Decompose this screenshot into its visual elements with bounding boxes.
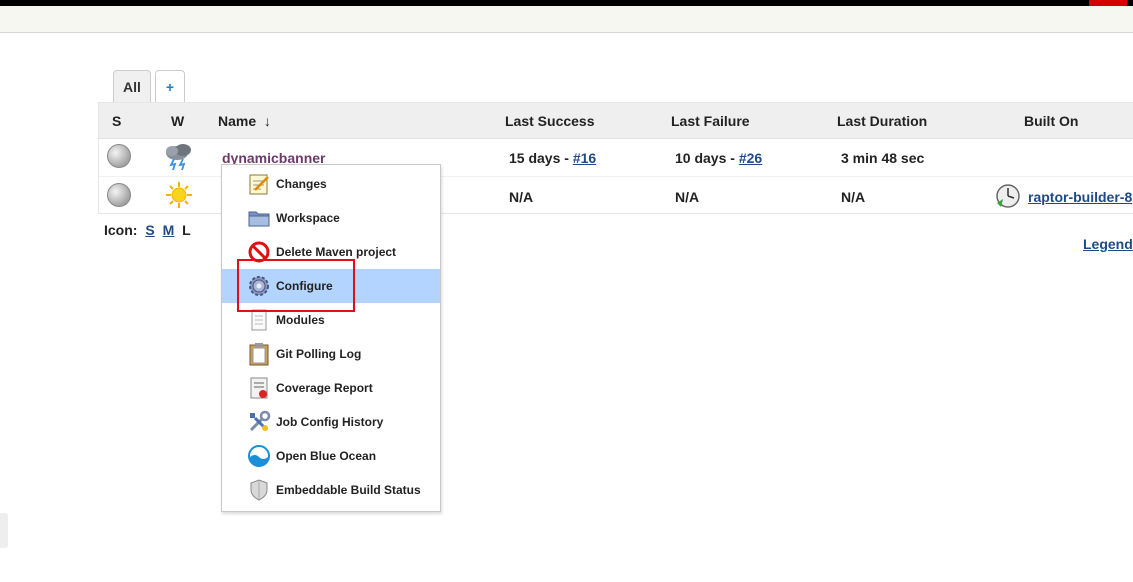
- icon-size-label: Icon:: [104, 222, 138, 238]
- icon-size-small-link[interactable]: S: [145, 222, 154, 238]
- icon-size-large-current: L: [182, 222, 191, 238]
- last-failure-build-link[interactable]: #26: [739, 150, 762, 166]
- last-duration-cell: 3 min 48 sec: [841, 150, 925, 166]
- menu-item-job-config-history[interactable]: Job Config History: [222, 405, 440, 439]
- legend-link[interactable]: Legend: [1083, 236, 1133, 252]
- add-view-tab[interactable]: +: [155, 70, 185, 102]
- menu-item-workspace[interactable]: Workspace: [222, 201, 440, 235]
- last-success-cell: 15 days - #16: [509, 150, 596, 166]
- menu-item-label: Job Config History: [276, 415, 384, 429]
- column-built-on[interactable]: Built On: [1024, 113, 1078, 129]
- sunny-weather-icon: [166, 182, 192, 208]
- column-last-failure[interactable]: Last Failure: [671, 113, 750, 129]
- menu-item-changes[interactable]: Changes: [222, 167, 440, 201]
- last-failure-text: 10 days -: [675, 150, 739, 166]
- menu-item-coverage-report[interactable]: Coverage Report: [222, 371, 440, 405]
- menu-item-embeddable-build-status[interactable]: Embeddable Build Status: [222, 473, 440, 507]
- job-context-menu: Changes Workspace Delete Maven project C…: [221, 164, 441, 512]
- shield-icon: [250, 479, 268, 501]
- clipboard-icon: [249, 343, 269, 366]
- menu-item-label: Coverage Report: [276, 381, 373, 395]
- side-panel-handle[interactable]: [0, 513, 8, 548]
- icon-size-medium-link[interactable]: M: [163, 222, 175, 238]
- computer-node-icon: [996, 184, 1020, 208]
- column-weather[interactable]: W: [171, 113, 184, 129]
- report-icon: [250, 377, 268, 399]
- last-failure-cell: N/A: [675, 189, 700, 205]
- menu-item-label: Workspace: [276, 211, 340, 225]
- view-tabs: All +: [113, 70, 185, 102]
- menu-item-label: Git Polling Log: [276, 347, 362, 361]
- column-name[interactable]: Name ↓: [218, 113, 271, 129]
- last-success-cell: N/A: [509, 189, 534, 205]
- storm-weather-icon: [166, 144, 191, 171]
- notepad-icon: [249, 174, 269, 195]
- breadcrumb-bar: [0, 6, 1133, 33]
- status-ball-icon: [107, 183, 131, 207]
- menu-item-label: Embeddable Build Status: [276, 483, 421, 497]
- annotation-highlight-box: [237, 259, 355, 312]
- menu-item-label: Delete Maven project: [276, 245, 397, 259]
- menu-item-open-blue-ocean[interactable]: Open Blue Ocean: [222, 439, 440, 473]
- icon-size-selector: Icon: S M L: [104, 222, 191, 238]
- menu-item-label: Open Blue Ocean: [276, 449, 377, 463]
- status-ball-icon: [107, 144, 131, 168]
- folder-icon: [248, 211, 270, 227]
- blue-ocean-icon: [248, 445, 270, 467]
- built-on-node-link[interactable]: raptor-builder-8: [1028, 189, 1132, 205]
- column-name-label: Name: [218, 113, 257, 129]
- last-duration-cell: N/A: [841, 189, 866, 205]
- last-failure-cell: 10 days - #26: [675, 150, 762, 166]
- column-status[interactable]: S: [112, 113, 121, 129]
- table-header: S W Name ↓ Last Success Last Failure Las…: [99, 103, 1133, 139]
- sort-arrow-icon: ↓: [263, 113, 271, 129]
- last-success-build-link[interactable]: #16: [573, 150, 596, 166]
- tools-icon: [249, 410, 271, 432]
- column-last-success[interactable]: Last Success: [505, 113, 595, 129]
- menu-item-label: Modules: [276, 313, 325, 327]
- tab-all[interactable]: All: [113, 70, 151, 102]
- last-success-text: 15 days -: [509, 150, 573, 166]
- column-last-duration[interactable]: Last Duration: [837, 113, 927, 129]
- menu-item-git-polling-log[interactable]: Git Polling Log: [222, 337, 440, 371]
- menu-item-label: Changes: [276, 177, 327, 191]
